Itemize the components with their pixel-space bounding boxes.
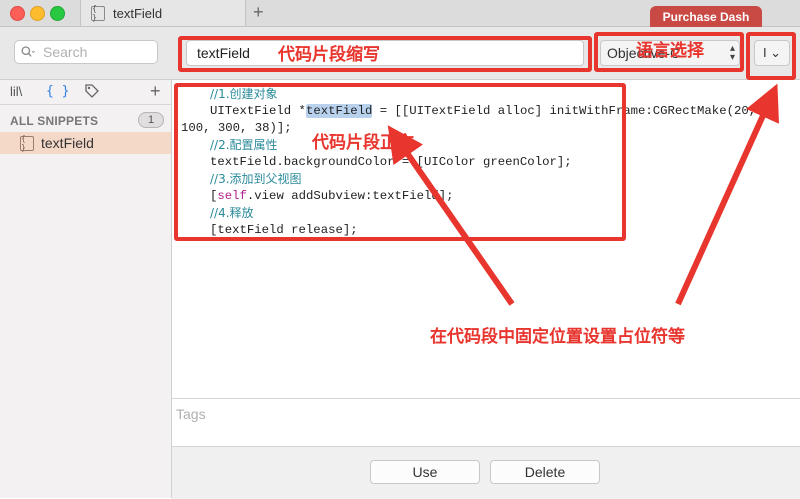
annotation-arrow-to-placeholder [387, 125, 515, 306]
annotation-arrows [387, 83, 780, 306]
annotation-arrow-to-cursor-button [675, 83, 780, 306]
